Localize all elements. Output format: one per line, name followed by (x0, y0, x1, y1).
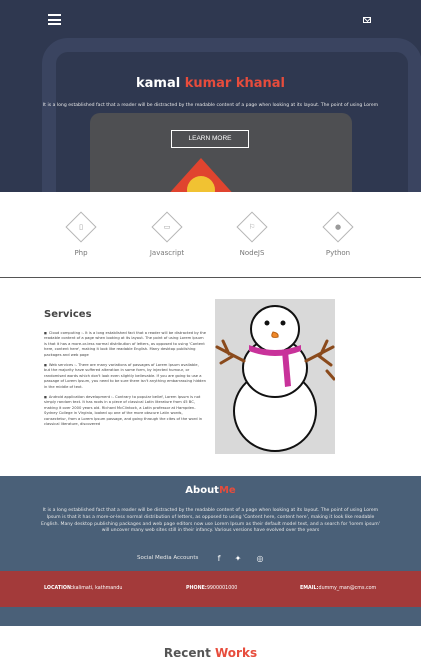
contact-location: LOCATION:kalimati, kathmandu (44, 586, 122, 591)
nodejs-icon: ⚐ (248, 223, 256, 231)
skill-php[interactable]: ▯ Php (46, 211, 116, 257)
contact-phone-label: PHONE: (186, 586, 207, 591)
learn-more-button[interactable]: LEARN MORE (171, 130, 249, 148)
php-icon: ▯ (79, 223, 83, 231)
python-icon: ● (334, 223, 342, 231)
contact-location-value: kalimati, kathmandu (72, 586, 123, 591)
contact-bar: LOCATION:kalimati, kathmandu PHONE:99000… (0, 571, 421, 607)
recent-works-section: Recent Works (0, 626, 421, 659)
javascript-icon: ▭ (163, 223, 171, 231)
page: kamal kumar khanal It is a long establis… (0, 0, 421, 659)
contact-email: EMAIL:dummy_man@cms.com (300, 586, 376, 591)
about-text: It is a long established fact that a rea… (40, 508, 381, 534)
skill-javascript[interactable]: ▭ Javascript (132, 211, 202, 257)
skill-diamond: ● (322, 211, 354, 243)
list-item: Android application development :- Contr… (44, 395, 206, 427)
about-heading-accent: Me (218, 485, 236, 496)
skill-diamond: ⚐ (236, 211, 268, 243)
contact-phone: PHONE:9900001000 (186, 586, 237, 591)
twitter-icon[interactable]: ✦ (233, 554, 243, 564)
services-list: Cloud computing :- It is a long establis… (44, 331, 206, 433)
recent-works-heading: Recent Works (0, 646, 421, 659)
skill-python[interactable]: ● Python (303, 211, 373, 257)
skill-diamond: ▯ (65, 211, 97, 243)
section-divider (0, 607, 421, 626)
skill-label: Python (325, 249, 351, 257)
about-section: AboutMe It is a long established fact th… (0, 476, 421, 571)
skill-diamond: ▭ (151, 211, 183, 243)
recent-heading-first: Recent (163, 646, 215, 659)
about-heading: AboutMe (0, 485, 421, 496)
list-item: Cloud computing :- It is a long establis… (44, 331, 206, 358)
contact-email-label: EMAIL: (300, 586, 319, 591)
snowman-illustration (215, 299, 336, 454)
skill-label: Php (74, 249, 88, 257)
contact-location-label: LOCATION: (44, 586, 73, 591)
dribbble-icon[interactable]: ◎ (255, 554, 265, 564)
skills-section: ▯ Php ▭ Javascript ⚐ NodeJS ● Python (0, 192, 421, 278)
about-heading-first: About (185, 485, 219, 496)
hamburger-menu-icon[interactable] (48, 14, 61, 25)
envelope-icon[interactable] (363, 17, 371, 23)
skill-nodejs[interactable]: ⚐ NodeJS (217, 211, 287, 257)
services-heading: Services (44, 309, 92, 320)
facebook-icon[interactable]: f (214, 554, 224, 564)
social-media-label: Social Media Accounts (137, 555, 199, 561)
menu-bar (48, 23, 61, 25)
hero-intro-text: It is a long established fact that a rea… (42, 103, 379, 108)
services-section: Services Cloud computing :- It is a long… (0, 279, 421, 476)
hero-section: kamal kumar khanal It is a long establis… (0, 0, 421, 192)
contact-phone-value: 9900001000 (206, 586, 238, 591)
list-item: Web services :- There are many variation… (44, 363, 206, 390)
recent-heading-accent: Works (215, 646, 258, 659)
snowman-image (215, 299, 336, 454)
contact-email-value[interactable]: dummy_man@cms.com (319, 586, 377, 591)
hero-title: kamal kumar khanal (0, 76, 421, 91)
menu-bar (48, 14, 61, 16)
hero-title-first: kamal (135, 76, 185, 91)
menu-bar (48, 18, 61, 21)
skill-label: Javascript (149, 249, 185, 257)
skill-label: NodeJS (239, 249, 265, 257)
hero-title-accent: kumar khanal (184, 76, 286, 91)
